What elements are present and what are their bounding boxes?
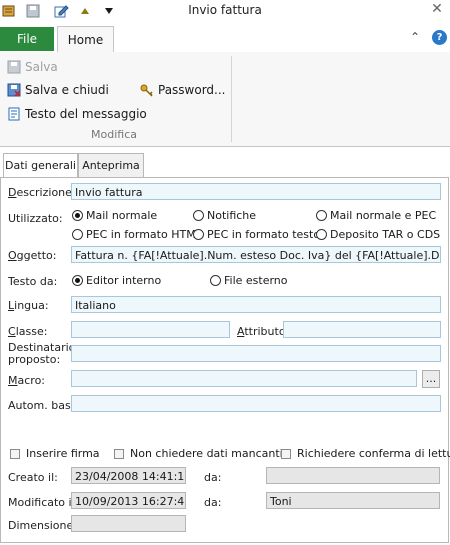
- testo-messaggio-label: Testo del messaggio: [25, 107, 147, 121]
- checkbox-label: Inserire firma: [26, 447, 100, 460]
- destinatario-label: Destinatario proposto:: [8, 342, 75, 366]
- salva-button[interactable]: Salva: [7, 60, 58, 74]
- dimensione-label: Dimensione:: [8, 519, 77, 532]
- checkbox-label: Non chiedere dati mancanti: [130, 447, 283, 460]
- radio-dot: [193, 210, 204, 221]
- password-button[interactable]: Password...: [140, 83, 226, 97]
- radio-dot: [193, 229, 204, 240]
- ribbon-separator: [231, 56, 232, 142]
- lingua-label-text: ingua:: [14, 299, 49, 312]
- dimensione-field: [71, 515, 186, 532]
- destinatario-field[interactable]: [71, 345, 441, 362]
- close-icon[interactable]: ✕: [426, 1, 448, 21]
- radio-mail-pec[interactable]: Mail normale e PEC: [316, 209, 436, 222]
- radio-pec-testo[interactable]: PEC in formato testo: [193, 228, 320, 241]
- destinatario-label-line2: proposto:: [8, 353, 61, 366]
- modificato-label: Modificato il:: [8, 496, 79, 509]
- radio-file-esterno[interactable]: File esterno: [210, 274, 288, 287]
- descrizione-label: Descrizione:: [8, 186, 76, 199]
- macro-label: Macro:: [8, 374, 46, 387]
- radio-label: File esterno: [224, 274, 288, 287]
- radio-dot: [316, 229, 327, 240]
- radio-label: PEC in formato testo: [207, 228, 321, 241]
- utilizzato-label: Utilizzato:: [8, 212, 63, 225]
- attributo-label: Attributo:: [237, 325, 290, 338]
- document-icon: [7, 107, 21, 121]
- descrizione-field[interactable]: Invio fattura: [71, 183, 441, 200]
- tab-anteprima[interactable]: Anteprima: [78, 153, 144, 178]
- autom-base-field[interactable]: [71, 395, 441, 412]
- radio-dot: [72, 210, 83, 221]
- radio-label: Mail normale: [86, 209, 158, 222]
- radio-pec-html[interactable]: PEC in formato HTML: [72, 228, 202, 241]
- radio-mail-normale[interactable]: Mail normale: [72, 209, 157, 222]
- tab-file[interactable]: File: [0, 27, 54, 51]
- save-close-icon: [7, 83, 21, 97]
- radio-deposito[interactable]: Deposito TAR o CDS: [316, 228, 440, 241]
- radio-notifiche[interactable]: Notifiche: [193, 209, 256, 222]
- checkbox-box: [281, 448, 291, 459]
- testo-messaggio-button[interactable]: Testo del messaggio: [7, 107, 147, 121]
- checkbox-label: Richiedere conferma di lettura: [297, 447, 450, 460]
- tab-home[interactable]: Home: [57, 26, 114, 53]
- lingua-label: Lingua:: [8, 299, 49, 312]
- radio-label: Mail normale e PEC: [330, 209, 437, 222]
- checkbox-box: [114, 448, 124, 459]
- tab-dati-generali[interactable]: Dati generali: [3, 153, 78, 179]
- radio-label: Notifiche: [207, 209, 257, 222]
- oggetto-label: Oggetto:: [8, 249, 57, 262]
- testo-da-label: Testo da:: [8, 275, 58, 288]
- radio-label: Deposito TAR o CDS: [330, 228, 441, 241]
- radio-editor-interno[interactable]: Editor interno: [72, 274, 161, 287]
- modificato-da-label: da:: [204, 496, 222, 509]
- classe-label: Classe:: [8, 325, 48, 338]
- descrizione-label-text: escrizione:: [16, 186, 76, 199]
- radio-label: PEC in formato HTML: [86, 228, 202, 241]
- lingua-field[interactable]: Italiano: [71, 296, 441, 313]
- oggetto-field[interactable]: Fattura n. {FA[!Attuale].Num. esteso Doc…: [71, 246, 441, 263]
- creato-field: 23/04/2008 14:41:18: [71, 467, 186, 484]
- checkbox-inserire-firma[interactable]: Inserire firma: [10, 447, 100, 460]
- salva-chiudi-button[interactable]: Salva e chiudi: [7, 83, 109, 97]
- window-title: Invio fattura: [188, 3, 262, 17]
- password-label: Password...: [158, 83, 226, 97]
- radio-label: Editor interno: [86, 274, 162, 287]
- macro-label-text: acro:: [17, 374, 46, 387]
- oggetto-label-text: ggetto:: [16, 249, 57, 262]
- checkbox-box: [10, 448, 20, 459]
- salva-label: Salva: [25, 60, 58, 74]
- salva-chiudi-label: Salva e chiudi: [25, 83, 109, 97]
- radio-dot: [72, 229, 83, 240]
- creato-da-field: [266, 467, 440, 484]
- classe-label-text: lasse:: [15, 325, 48, 338]
- radio-dot: [316, 210, 327, 221]
- modificato-field: 10/09/2013 16:27:41: [71, 492, 186, 509]
- creato-label: Creato il:: [8, 471, 58, 484]
- macro-browse-button[interactable]: ...: [422, 370, 440, 388]
- classe-field[interactable]: [71, 321, 230, 338]
- creato-da-label: da:: [204, 471, 222, 484]
- collapse-ribbon-icon[interactable]: ⌃: [410, 30, 420, 44]
- radio-dot: [210, 275, 221, 286]
- ribbon-group-label: Modifica: [91, 128, 137, 141]
- key-icon: [140, 83, 154, 97]
- checkbox-richiedere-conferma[interactable]: Richiedere conferma di lettura: [281, 447, 450, 460]
- macro-field[interactable]: [71, 370, 417, 387]
- modificato-da-field: Toni: [266, 492, 440, 509]
- radio-dot: [72, 275, 83, 286]
- help-icon[interactable]: ?: [432, 30, 447, 45]
- attributo-field[interactable]: [283, 321, 441, 338]
- checkbox-non-chiedere[interactable]: Non chiedere dati mancanti: [114, 447, 283, 460]
- save-icon: [7, 60, 21, 74]
